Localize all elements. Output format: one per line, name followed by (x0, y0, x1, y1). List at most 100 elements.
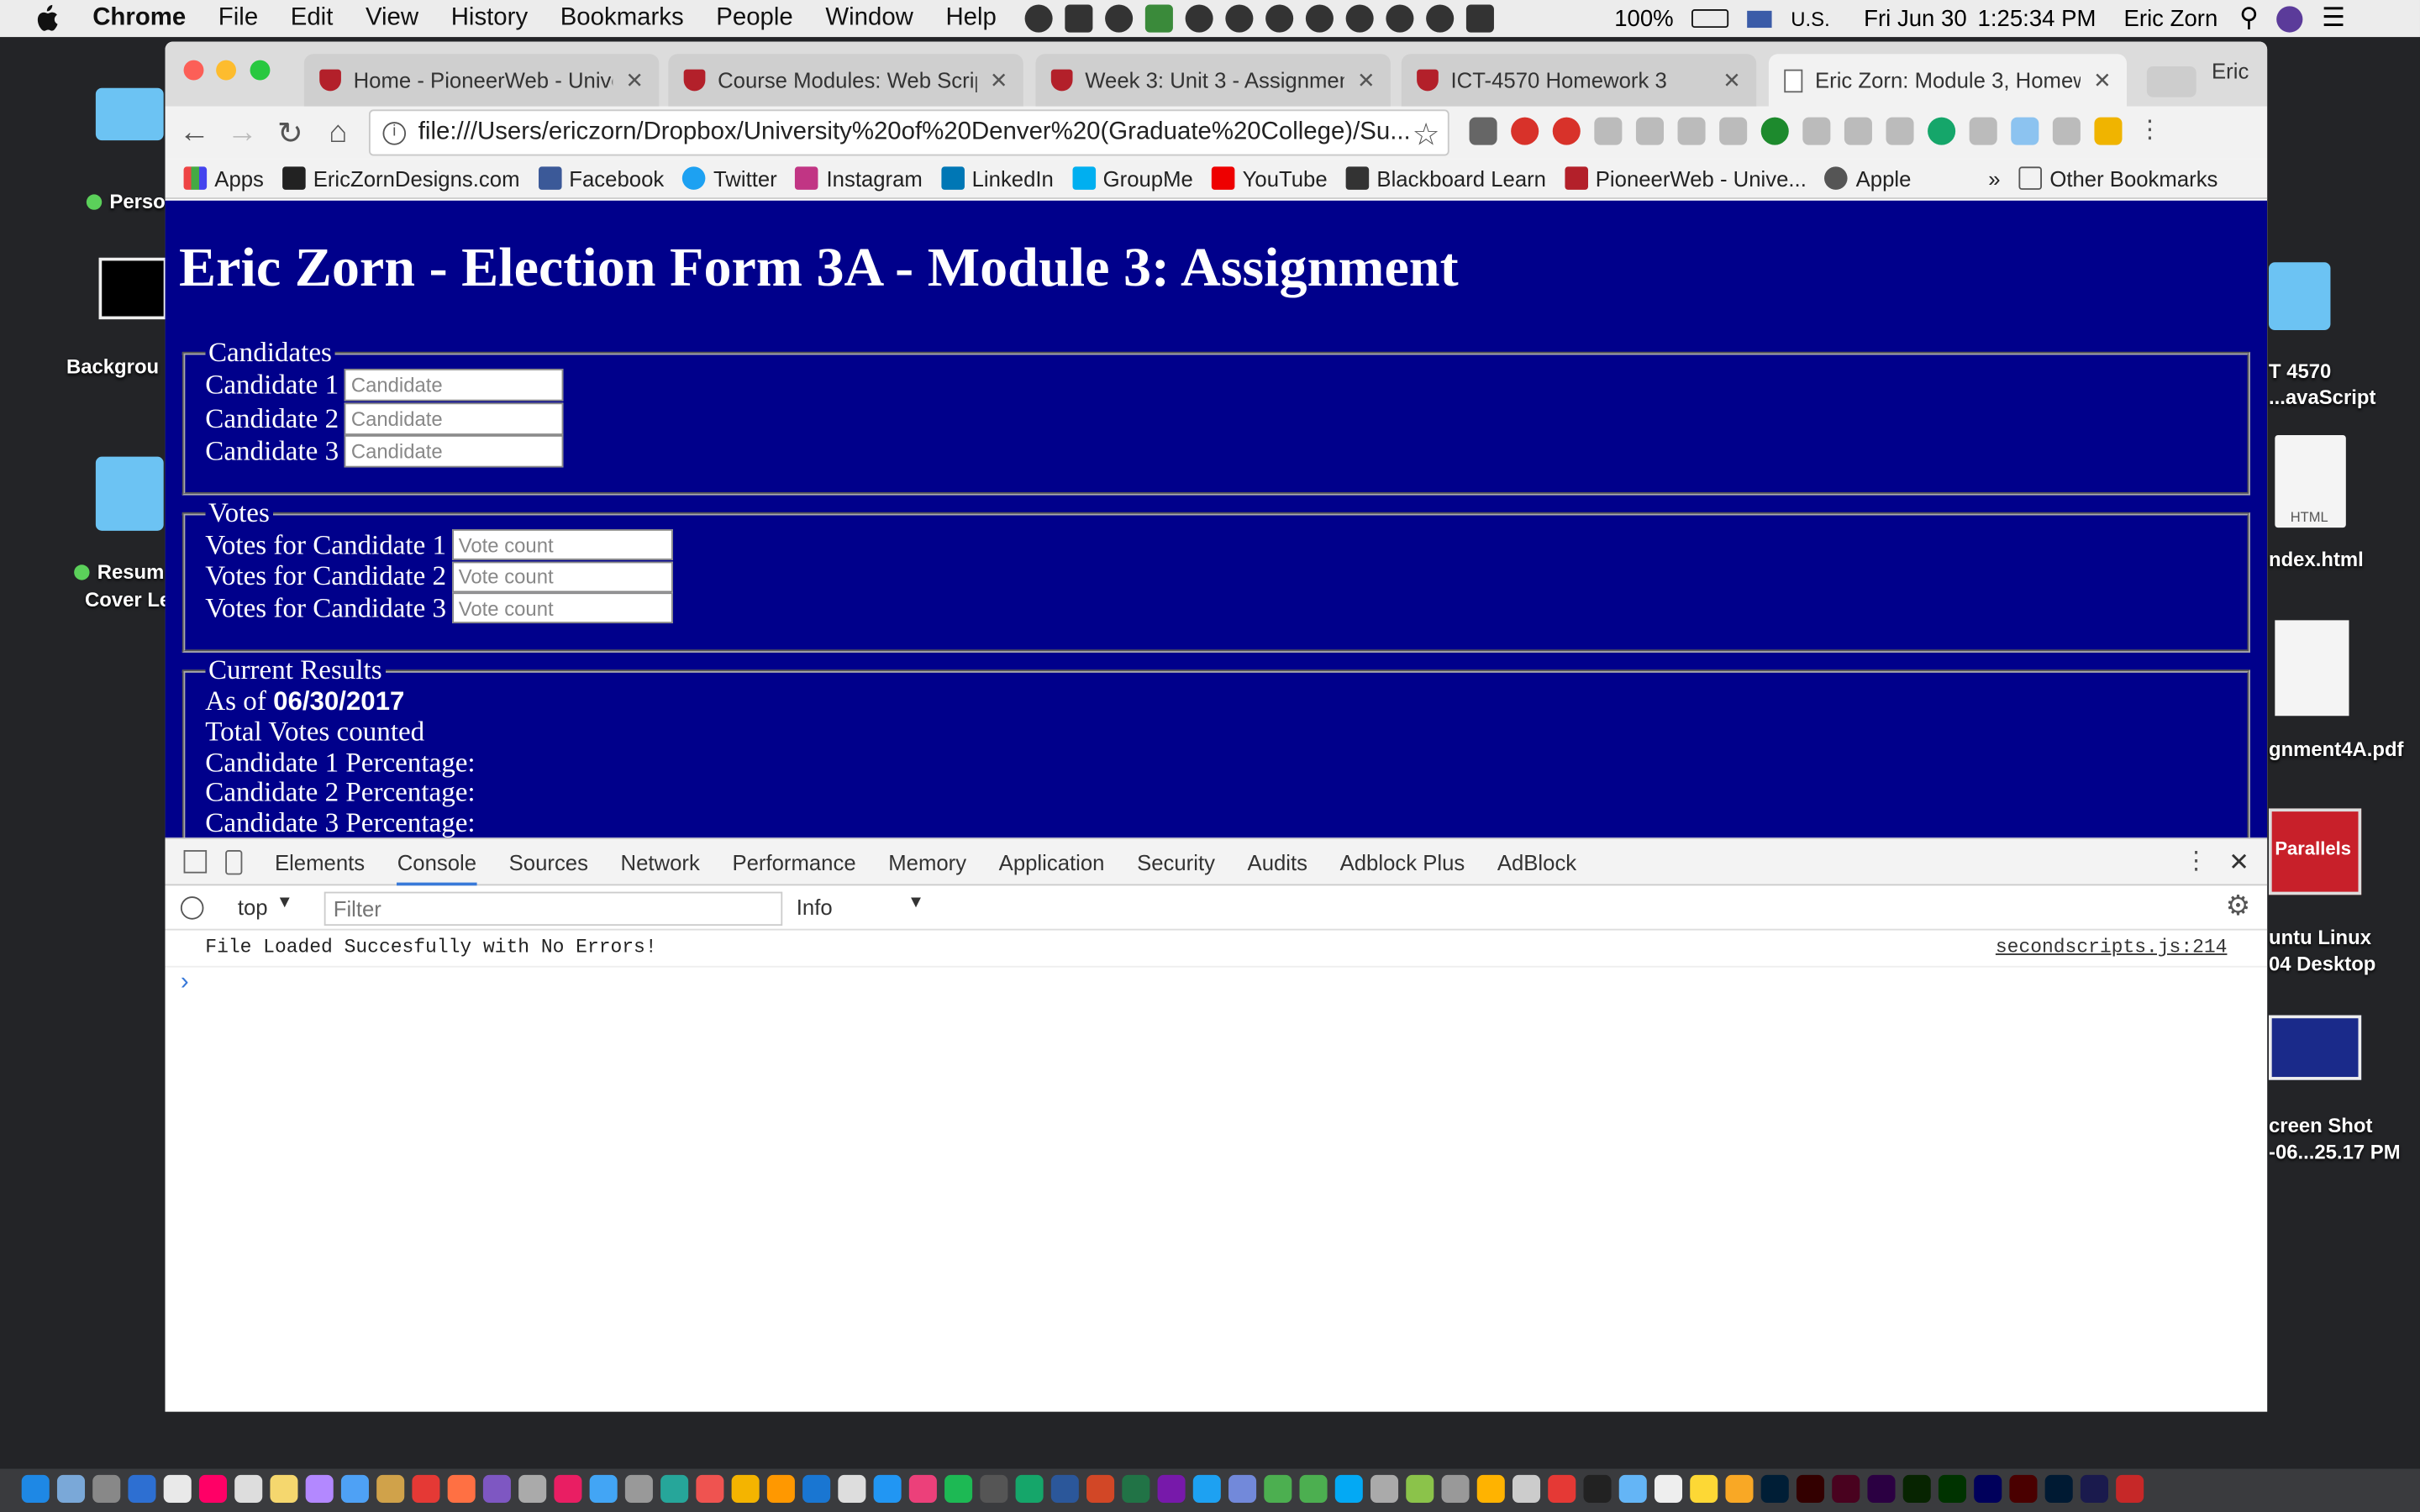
photoshop-icon[interactable] (1760, 1474, 1789, 1503)
drive-icon[interactable] (1265, 4, 1294, 33)
votes-3-input[interactable] (452, 592, 674, 624)
folder-icon[interactable] (95, 87, 164, 141)
app-icon[interactable] (305, 1474, 334, 1503)
app-icon[interactable] (802, 1474, 831, 1503)
app-icon[interactable] (128, 1474, 156, 1503)
acrobat-icon[interactable] (2116, 1474, 2144, 1503)
chevron-down-icon[interactable]: ▼ (276, 893, 293, 911)
time-machine-icon[interactable] (1305, 4, 1334, 33)
volume-icon[interactable] (1426, 4, 1455, 33)
app-icon[interactable] (412, 1474, 440, 1503)
bookmark-apple[interactable]: Apple (1824, 165, 1911, 191)
parallels-icon[interactable]: Parallels (2268, 808, 2362, 895)
app-icon[interactable] (838, 1474, 866, 1503)
desktop-item-label[interactable]: Perso (86, 190, 166, 213)
cast-icon[interactable] (2052, 117, 2081, 145)
console-filter-input[interactable] (324, 891, 783, 927)
app-icon[interactable] (1370, 1474, 1399, 1503)
console-source-link[interactable]: secondscripts.js:214 (1996, 937, 2228, 958)
app-icon[interactable] (1015, 1474, 1044, 1503)
app-icon[interactable] (1334, 1474, 1363, 1503)
log-level-selector[interactable]: Info (797, 895, 833, 919)
menu-edit[interactable]: Edit (291, 5, 334, 33)
devtools-tab-console[interactable]: Console (397, 838, 477, 885)
bookmark-ericzorndesigns[interactable]: EricZornDesigns.com (281, 165, 520, 191)
user-name[interactable]: Eric Zorn (2124, 5, 2218, 31)
bookmarks-overflow-button[interactable]: » (1988, 165, 2000, 190)
menu-view[interactable]: View (366, 5, 418, 33)
sketch-icon[interactable] (1725, 1474, 1754, 1503)
bluetooth-icon[interactable] (1345, 4, 1374, 33)
app-icon[interactable] (1583, 1474, 1612, 1503)
candidate-2-input[interactable] (345, 402, 565, 435)
folder-icon[interactable] (95, 456, 164, 531)
new-tab-button[interactable] (2146, 66, 2196, 97)
console-settings-gear-icon[interactable]: ⚙ (2226, 890, 2251, 923)
eyedropper-icon[interactable] (1469, 117, 1497, 145)
app-icon[interactable] (447, 1474, 476, 1503)
inspect-element-icon[interactable] (183, 850, 208, 874)
candidate-1-input[interactable] (345, 369, 565, 402)
desktop-item-label[interactable]: T 4570 (2269, 360, 2331, 383)
app-icon[interactable] (56, 1474, 86, 1503)
app-icon[interactable] (1476, 1474, 1505, 1503)
app-icon[interactable] (554, 1474, 582, 1503)
bookmark-star-icon[interactable]: ☆ (1413, 116, 1440, 155)
illustrator-icon[interactable] (1796, 1474, 1825, 1503)
info-circle-icon[interactable] (1844, 117, 1872, 145)
devtools-tab-application[interactable]: Application (999, 849, 1105, 874)
app-icon[interactable] (2080, 1474, 2108, 1503)
app-icon[interactable] (482, 1474, 511, 1503)
desktop-item-label[interactable]: Resum (74, 560, 164, 583)
bookmark-instagram[interactable]: Instagram (795, 165, 923, 191)
devtools-tab-memory[interactable]: Memory (888, 849, 966, 874)
bookmark-pioneerweb[interactable]: PioneerWeb - Unive... (1565, 165, 1807, 191)
extension-icon[interactable] (1969, 117, 1997, 145)
profile-button[interactable]: Eric (2212, 59, 2249, 83)
minimize-window-button[interactable] (216, 60, 237, 81)
app-icon[interactable] (376, 1474, 405, 1503)
image-thumbnail[interactable] (98, 257, 167, 320)
skype-icon[interactable] (1677, 117, 1706, 145)
devtools-tab-elements[interactable]: Elements (275, 849, 365, 874)
firefox-icon[interactable] (766, 1474, 795, 1503)
folder-icon[interactable] (2268, 262, 2331, 331)
close-tab-icon[interactable]: ✕ (2093, 67, 2112, 93)
extension-icon[interactable] (1635, 117, 1664, 145)
home-icon[interactable]: ⌂ (319, 114, 356, 151)
tab-module3-active[interactable]: Eric Zorn: Module 3, Homewo ✕ (1768, 54, 2128, 107)
devtools-tab-audits[interactable]: Audits (1248, 849, 1307, 874)
desktop-item-label[interactable]: untu Linux (2269, 926, 2371, 949)
zoom-window-button[interactable] (250, 60, 271, 81)
creative-cloud-icon[interactable] (1024, 4, 1053, 33)
spotify-icon[interactable] (944, 1474, 973, 1503)
animate-icon[interactable] (2009, 1474, 2038, 1503)
app-icon[interactable] (163, 1474, 192, 1503)
app-icon[interactable] (1406, 1474, 1434, 1503)
tab-course-modules[interactable]: Course Modules: Web Scripti ✕ (668, 54, 1023, 107)
pdf-file-icon[interactable] (2275, 620, 2349, 717)
menu-people[interactable]: People (716, 5, 793, 33)
bookmark-blackboard[interactable]: Blackboard Learn (1345, 165, 1546, 191)
battery-percent[interactable]: 100% (1614, 5, 1673, 31)
extension-icon[interactable] (2094, 117, 2123, 145)
desktop-item-label[interactable]: ...avaScript (2269, 386, 2375, 409)
app-icon[interactable] (1512, 1474, 1541, 1503)
input-source[interactable]: U.S. (1791, 7, 1829, 30)
xd-icon[interactable] (1867, 1474, 1896, 1503)
app-store-icon[interactable] (873, 1474, 902, 1503)
tab-homework3[interactable]: ICT-4570 Homework 3 ✕ (1401, 54, 1757, 107)
opera-icon[interactable] (1511, 117, 1539, 145)
desktop-item-label[interactable]: Backgrou (66, 354, 159, 378)
filezilla-icon[interactable] (1548, 1474, 1576, 1503)
bookmark-apps[interactable]: Apps (183, 165, 264, 191)
siri-icon[interactable] (2276, 5, 2304, 32)
airplay-icon[interactable] (1465, 4, 1494, 33)
extension-icon[interactable] (2011, 117, 2039, 145)
menu-help[interactable]: Help (945, 5, 996, 33)
app-icon[interactable] (589, 1474, 618, 1503)
app-icon[interactable] (624, 1474, 653, 1503)
finder-icon[interactable] (21, 1474, 50, 1503)
app-icon[interactable] (1264, 1474, 1292, 1503)
flag-icon[interactable] (1747, 9, 1773, 28)
